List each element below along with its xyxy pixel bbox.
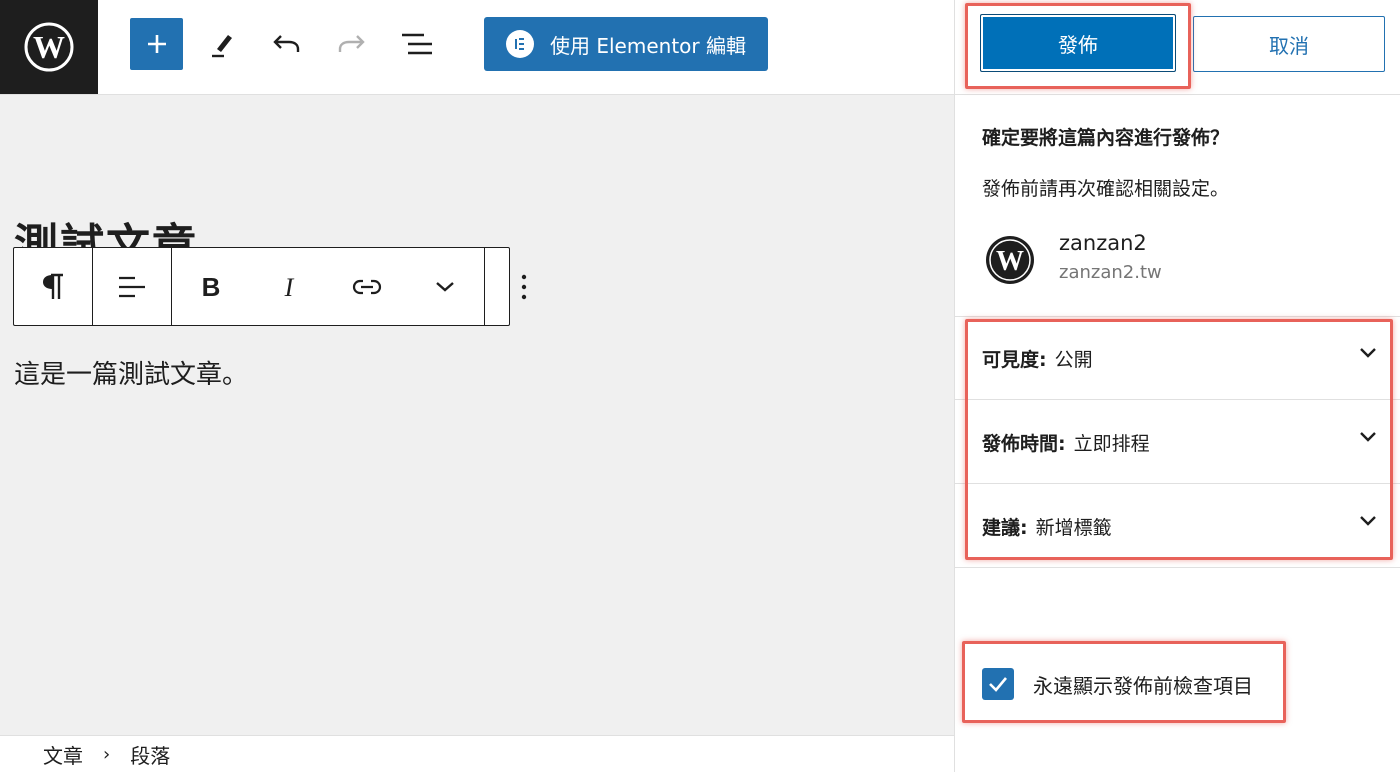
block-type-group: [14, 248, 93, 325]
link-button[interactable]: [328, 248, 406, 325]
block-options-button[interactable]: [485, 248, 563, 325]
breadcrumb-separator: ›: [103, 744, 111, 765]
highlight-publish: [965, 3, 1191, 89]
list-view-button[interactable]: [398, 26, 436, 62]
highlight-checkbox: [962, 641, 1286, 723]
highlight-settings: [965, 319, 1393, 560]
edit-with-elementor-button[interactable]: 使用 Elementor 編輯: [484, 17, 768, 71]
list-view-icon: [402, 33, 432, 55]
breadcrumb-item-paragraph[interactable]: 段落: [130, 740, 170, 769]
elementor-icon: [506, 30, 534, 58]
pen-icon: [212, 35, 232, 58]
confirm-title: 確定要將這篇內容進行發佈？: [982, 127, 1230, 149]
cancel-button[interactable]: 取消: [1193, 16, 1385, 72]
paragraph-block[interactable]: 這是一篇測試文章。: [14, 354, 248, 391]
bold-icon: B: [202, 274, 221, 300]
link-icon: [352, 279, 382, 294]
site-name: zanzan2: [1059, 231, 1147, 255]
editor-top-toolbar: W 使用 Elementor 編輯: [0, 0, 954, 95]
align-button[interactable]: [93, 248, 171, 325]
italic-icon: I: [284, 274, 295, 300]
svg-text:W: W: [996, 246, 1024, 277]
options-group: [485, 248, 563, 325]
more-formats-button[interactable]: [406, 248, 484, 325]
svg-text:B: B: [202, 274, 221, 300]
divider: [955, 567, 1400, 568]
site-wordpress-icon: W: [984, 234, 1036, 290]
svg-text:I: I: [284, 274, 295, 300]
divider: [955, 94, 1400, 95]
confirm-description: 發佈前請再次確認相關設定。: [982, 178, 1230, 200]
breadcrumb-item-post[interactable]: 文章: [43, 740, 83, 769]
bold-button[interactable]: B: [172, 248, 250, 325]
tools-button[interactable]: [204, 26, 240, 62]
paragraph-block-button[interactable]: [14, 248, 92, 325]
svg-text:W: W: [33, 29, 65, 65]
chevron-down-icon: [436, 281, 454, 292]
block-toolbar: B I: [13, 247, 527, 326]
elementor-button-label: 使用 Elementor 編輯: [550, 33, 746, 58]
redo-button[interactable]: [334, 26, 370, 62]
editor-canvas: [0, 95, 954, 735]
wordpress-logo-icon[interactable]: W: [0, 0, 98, 94]
undo-icon: [273, 35, 300, 52]
italic-button[interactable]: I: [250, 248, 328, 325]
undo-button[interactable]: [268, 26, 304, 62]
align-group: [93, 248, 172, 325]
more-vertical-icon: [521, 274, 527, 299]
plus-icon: [147, 35, 166, 53]
align-icon: [119, 276, 145, 297]
redo-icon: [338, 35, 365, 52]
add-block-button[interactable]: [130, 18, 183, 70]
post-title[interactable]: 測試文章: [14, 216, 198, 250]
paragraph-icon: [43, 273, 63, 299]
format-group: B I: [172, 248, 485, 325]
site-url: zanzan2.tw: [1059, 262, 1162, 283]
breadcrumb: 文章 › 段落: [0, 735, 954, 773]
